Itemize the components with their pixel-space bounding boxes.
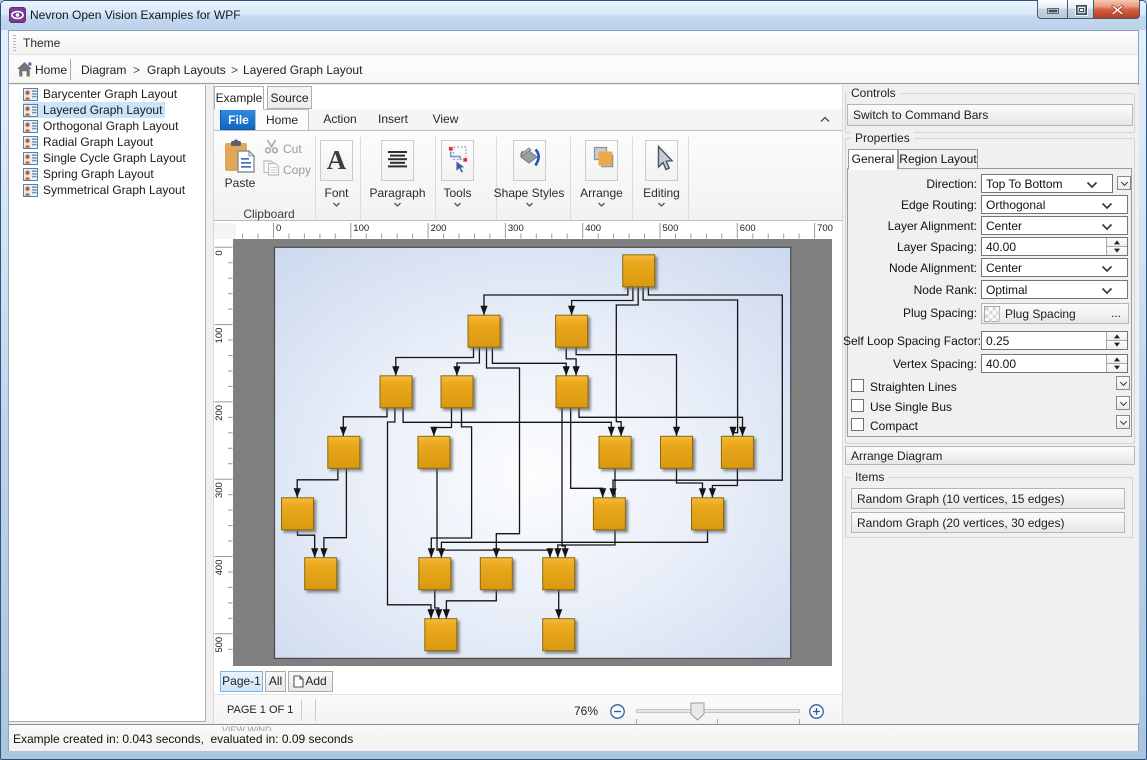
svg-text:0: 0	[276, 223, 281, 234]
svg-text:300: 300	[508, 223, 524, 234]
svg-text:700: 700	[817, 223, 833, 234]
svg-text:500: 500	[214, 637, 225, 653]
svg-text:400: 400	[585, 223, 601, 234]
svg-text:A: A	[327, 145, 347, 175]
svg-text:100: 100	[353, 223, 369, 234]
svg-text:400: 400	[214, 560, 225, 576]
svg-text:600: 600	[740, 223, 756, 234]
svg-text:100: 100	[214, 328, 225, 344]
svg-text:500: 500	[663, 223, 679, 234]
svg-text:200: 200	[431, 223, 447, 234]
svg-text:200: 200	[214, 405, 225, 421]
svg-text:300: 300	[214, 482, 225, 498]
svg-text:0: 0	[214, 250, 225, 255]
